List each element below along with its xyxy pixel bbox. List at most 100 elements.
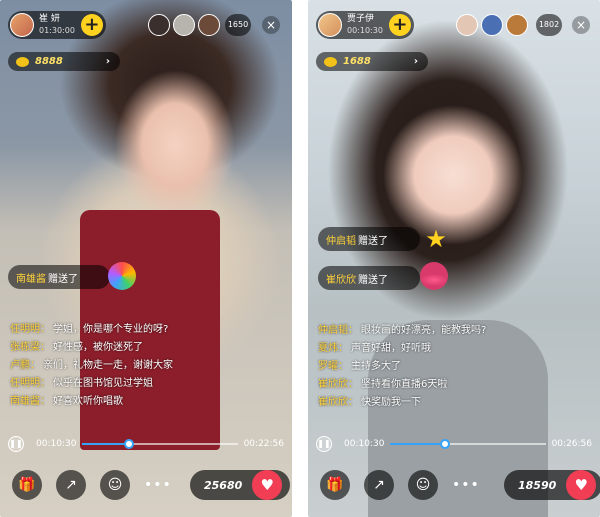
viewer-avatar[interactable] [148,14,170,36]
chat-message: 崔欣欣： 坚持看你直播6天啦 [318,376,486,394]
viewer-count[interactable]: 1650 [225,14,251,36]
progress-fill [390,443,445,445]
playback-bar: ❚❚ 00:10:30 00:22:56 [8,434,284,454]
progress-handle[interactable] [123,439,134,449]
chat-message: 仲启韬： 眼妆画的好漂亮，能教我吗? [318,322,486,340]
progress-track[interactable] [82,439,238,449]
chat-text: 好喜欢听你唱歌 [53,396,123,407]
chat-list: 仲启韬： 眼妆画的好漂亮，能教我吗? 夏炜： 声音好甜，好听哦 罗曜： 主持多大了 崔… [318,322,486,412]
chat-message: 夏炜： 声音好甜，好听哦 [318,340,486,358]
chevron-right-icon: › [105,56,110,67]
viewer-avatar[interactable] [481,14,503,36]
app-screenshots: 崔 妍 01:30:00 + 1650 × 8888 › 南雄酱 赠送了 任明明… [0,0,600,517]
share-icon[interactable]: ↗ [364,470,394,500]
chat-text: 声音好甜，好听哦 [351,343,431,354]
pause-icon[interactable]: ❚❚ [8,436,24,452]
chat-username: 南雄酱： [10,396,50,407]
progress-track[interactable] [390,439,546,449]
like-count: 25680 [204,478,243,492]
coin-balance[interactable]: 8888 › [8,52,120,71]
follow-button[interactable]: + [388,14,411,36]
total-time: 00:26:56 [551,439,592,449]
gift-sender: 仲启韬 [326,235,356,247]
streamer-avatar[interactable] [318,13,342,37]
coin-balance[interactable]: 1688 › [316,52,428,71]
emoji-icon[interactable]: ☺ [100,470,130,500]
chat-username: 崔欣欣： [318,397,358,408]
pause-icon[interactable]: ❚❚ [316,436,332,452]
chat-username: 夏炜： [318,343,348,354]
more-icon[interactable]: ••• [144,477,172,493]
current-time: 00:10:30 [36,439,77,449]
gift-sender: 崔欣欣 [326,274,356,286]
chat-text: 快奖励我一下 [361,397,421,408]
progress-handle[interactable] [439,439,450,449]
total-time: 00:22:56 [243,439,284,449]
chat-message: 罗曜： 主持多大了 [318,358,486,376]
chat-text: 学姐，你是哪个专业的呀? [53,324,169,335]
chat-username: 罗曜： [318,361,348,372]
chat-text: 似乎在图书馆见过学姐 [53,378,153,389]
bottom-toolbar: 🎁 ↗ ☺ ••• [320,470,480,500]
chevron-right-icon: › [413,56,418,67]
close-button[interactable]: × [262,16,280,34]
viewer-avatars [148,14,220,36]
coin-icon [16,56,29,67]
chat-list: 任明明： 学姐，你是哪个专业的呀? 张栋梁： 好性感，被你迷死了 卢鹏： 亲们，礼物走… [10,321,173,411]
streamer-name: 崔 妍 [39,14,60,24]
streamer-avatar[interactable] [10,13,34,37]
star-gift-icon: ★ [425,225,447,253]
streamer-name: 贾子伊 [347,14,375,24]
gift-notification: 仲启韬 赠送了 [318,227,420,251]
chat-message: 张栋梁： 好性感，被你迷死了 [10,339,173,357]
viewer-avatar[interactable] [456,14,478,36]
coin-amount: 8888 [35,56,63,67]
coin-amount: 1688 [343,56,371,67]
stream-duration: 01:30:00 [39,26,75,35]
live-stream-screen-2: 贾子伊 00:10:30 + 1802 × 1688 › 仲启韬 赠送了 ★ 崔… [308,0,600,517]
progress-fill [82,443,129,445]
chat-text: 眼妆画的好漂亮，能教我吗? [361,325,487,336]
gift-icon[interactable]: 🎁 [12,470,42,500]
chat-message: 任明明： 似乎在图书馆见过学姐 [10,375,173,393]
playback-bar: ❚❚ 00:10:30 00:26:56 [316,434,592,454]
chat-username: 仲启韬： [318,325,358,336]
like-counter: 18590 ♥ [504,470,600,500]
close-button[interactable]: × [572,16,590,34]
chat-username: 任明明： [10,378,50,389]
gift-notification: 崔欣欣 赠送了 [318,266,420,290]
streamer-info: 崔 妍 01:30:00 [39,14,75,36]
chat-text: 好性感，被你迷死了 [53,342,143,353]
viewer-count[interactable]: 1802 [536,14,562,36]
chat-username: 张栋梁： [10,342,50,353]
viewer-avatar[interactable] [173,14,195,36]
streamer-card[interactable]: 崔 妍 01:30:00 + [8,11,106,39]
chat-text: 主持多大了 [351,361,401,372]
heart-icon[interactable]: ♥ [566,470,597,500]
streamer-info: 贾子伊 00:10:30 [347,14,383,36]
viewer-avatar[interactable] [198,14,220,36]
chat-username: 崔欣欣： [318,379,358,390]
chat-text: 亲们，礼物走一走，谢谢大家 [43,360,173,371]
streamer-card[interactable]: 贾子伊 00:10:30 + [316,11,414,39]
viewer-avatar[interactable] [506,14,528,36]
chat-message: 南雄酱： 好喜欢听你唱歌 [10,393,173,411]
chat-text: 坚持看你直播6天啦 [361,379,448,390]
gift-action: 赠送了 [358,274,388,286]
gift-icon[interactable]: 🎁 [320,470,350,500]
gift-action: 赠送了 [48,273,78,285]
chat-username: 卢鹏： [10,360,40,371]
share-icon[interactable]: ↗ [56,470,86,500]
emoji-icon[interactable]: ☺ [408,470,438,500]
current-time: 00:10:30 [344,439,385,449]
gift-notification: 南雄酱 赠送了 [8,265,110,289]
rainbow-ball-gift-icon [108,262,136,290]
more-icon[interactable]: ••• [452,477,480,493]
like-count: 18590 [518,478,557,492]
heart-icon[interactable]: ♥ [252,470,283,500]
gift-action: 赠送了 [358,235,388,247]
like-counter: 25680 ♥ [190,470,290,500]
follow-button[interactable]: + [80,14,103,36]
chat-message: 任明明： 学姐，你是哪个专业的呀? [10,321,173,339]
stream-duration: 00:10:30 [347,26,383,35]
